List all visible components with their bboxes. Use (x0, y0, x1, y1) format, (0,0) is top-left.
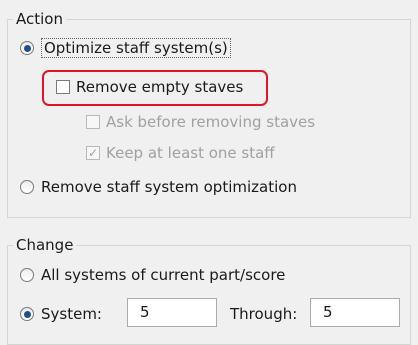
remove-optimization-radio[interactable]: Remove staff system optimization (20, 178, 297, 196)
optimize-staff-label: Optimize staff system(s) (41, 38, 231, 58)
remove-optimization-radio-indicator[interactable] (20, 180, 34, 194)
change-group (7, 245, 411, 345)
all-systems-label: All systems of current part/score (41, 266, 286, 284)
all-systems-radio[interactable]: All systems of current part/score (20, 266, 285, 284)
system-through-input[interactable]: 5 (310, 298, 400, 327)
remove-empty-staves-checkbox[interactable]: Remove empty staves (56, 78, 243, 96)
system-from-input[interactable]: 5 (127, 298, 217, 327)
change-group-title: Change (13, 236, 77, 254)
keep-one-staff-label: Keep at least one staff (106, 144, 275, 162)
optimize-radio-indicator[interactable] (20, 41, 34, 55)
through-label-row: Through: (230, 305, 297, 323)
system-label: System: (41, 305, 102, 323)
all-systems-radio-indicator[interactable] (20, 268, 34, 282)
keep-one-checkbox-box[interactable]: ✓ (86, 146, 100, 160)
remove-empty-checkbox-box[interactable] (56, 80, 70, 94)
system-radio-indicator[interactable] (20, 307, 34, 321)
ask-before-removing-checkbox[interactable]: Ask before removing staves (86, 113, 315, 131)
through-label: Through: (230, 305, 298, 323)
keep-one-staff-checkbox[interactable]: ✓ Keep at least one staff (86, 144, 275, 162)
remove-empty-staves-label: Remove empty staves (76, 78, 244, 96)
ask-before-checkbox-box[interactable] (86, 115, 100, 129)
optimize-staff-radio[interactable]: Optimize staff system(s) (20, 38, 231, 58)
remove-optimization-label: Remove staff system optimization (41, 178, 297, 196)
system-radio[interactable]: System: (20, 305, 102, 323)
ask-before-removing-label: Ask before removing staves (106, 113, 316, 131)
action-group-title: Action (13, 10, 66, 28)
